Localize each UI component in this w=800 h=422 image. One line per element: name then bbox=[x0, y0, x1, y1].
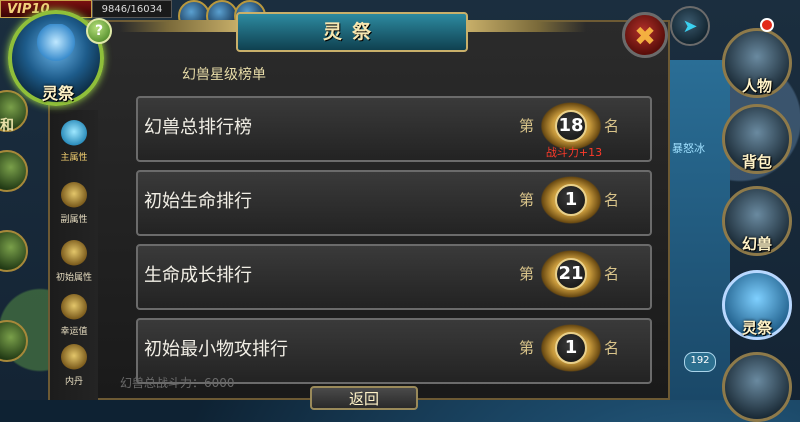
rank-number: 21 bbox=[555, 258, 587, 290]
tab-main-attributes[interactable]: 主属性 bbox=[50, 120, 98, 176]
rank-prefix: 第 bbox=[519, 265, 535, 283]
tab-label: 内丹 bbox=[64, 377, 83, 387]
count-badge: 192 bbox=[684, 352, 716, 372]
panel-title-bar: 灵祭 bbox=[236, 12, 468, 52]
rank-prefix: 第 bbox=[519, 191, 535, 209]
scene-label: 暴怒冰 bbox=[672, 142, 705, 155]
total-power-text: 幻兽总战斗力：6000 bbox=[120, 376, 235, 390]
tab-luck[interactable]: 幸运值 bbox=[50, 294, 98, 350]
menu-label: 背包 bbox=[741, 153, 772, 171]
rank-medal-icon: 1 bbox=[538, 174, 604, 226]
panel-title: 灵祭 bbox=[322, 21, 381, 43]
menu-extra-button[interactable] bbox=[722, 352, 792, 422]
menu-bag-button[interactable]: 背包 bbox=[722, 104, 792, 174]
menu-character-button[interactable]: 人物 bbox=[722, 28, 792, 98]
rank-number: 1 bbox=[555, 332, 587, 364]
ranking-name: 初始生命排行 bbox=[144, 191, 252, 212]
luck-icon bbox=[61, 294, 87, 320]
sub-attribute-icon bbox=[61, 182, 87, 208]
rank-medal-icon: 21 bbox=[538, 248, 604, 300]
tab-label: 幸运值 bbox=[60, 327, 88, 337]
rank-number: 1 bbox=[555, 184, 587, 216]
rank-suffix: 名 bbox=[604, 339, 620, 357]
tab-label: 主属性 bbox=[60, 153, 88, 163]
close-icon: ✖ bbox=[634, 22, 656, 52]
ranking-row[interactable]: 幻兽总排行榜 第 18 名 战斗力+13 bbox=[136, 96, 652, 162]
rank-prefix: 第 bbox=[519, 117, 535, 135]
title-ornament-right bbox=[466, 20, 586, 32]
ranking-name: 幻兽总排行榜 bbox=[144, 117, 252, 138]
rank-suffix: 名 bbox=[604, 265, 620, 283]
title-ornament-left bbox=[120, 20, 240, 32]
help-button[interactable]: ? bbox=[86, 18, 112, 44]
ranking-header: 幻兽星级榜单 bbox=[182, 67, 266, 83]
menu-label: 幻兽 bbox=[741, 235, 772, 253]
inner-core-icon bbox=[61, 344, 87, 370]
menu-beast-button[interactable]: 幻兽 bbox=[722, 186, 792, 256]
rank-suffix: 名 bbox=[604, 191, 620, 209]
notification-dot bbox=[760, 18, 774, 32]
rank-prefix: 第 bbox=[519, 339, 535, 357]
orb-label: 灵祭 bbox=[41, 84, 74, 103]
rank-medal-icon: 1 bbox=[538, 322, 604, 374]
menu-label: 灵祭 bbox=[741, 319, 772, 337]
menu-spirit-sacrifice-button[interactable]: 灵祭 bbox=[722, 270, 792, 340]
menu-label: 人物 bbox=[741, 77, 772, 95]
hp-readout: 9846/16034 bbox=[92, 0, 172, 18]
tab-label: 副属性 bbox=[60, 215, 88, 225]
rank-bonus: 战斗力+13 bbox=[545, 146, 603, 159]
ranking-row[interactable]: 初始生命排行 第 1 名 bbox=[136, 170, 652, 236]
tab-label: 初始属性 bbox=[55, 273, 92, 283]
ranking-name: 初始最小物攻排行 bbox=[144, 339, 288, 360]
tab-initial-attributes[interactable]: 初始属性 bbox=[50, 240, 98, 296]
main-attribute-icon bbox=[61, 120, 87, 146]
ranking-name: 生命成长排行 bbox=[144, 265, 252, 286]
forward-button[interactable]: ➤ bbox=[670, 6, 710, 46]
tab-inner-core[interactable]: 内丹 bbox=[50, 344, 98, 400]
rank-number: 18 bbox=[555, 110, 587, 142]
initial-attribute-icon bbox=[61, 240, 87, 266]
ranking-row[interactable]: 生命成长排行 第 21 名 bbox=[136, 244, 652, 310]
tab-sub-attributes[interactable]: 副属性 bbox=[50, 182, 98, 238]
return-button[interactable]: 返回 bbox=[310, 386, 418, 410]
scene-strip bbox=[670, 60, 730, 400]
side-skill-label: 和 bbox=[0, 118, 14, 134]
spirit-crest-icon bbox=[34, 24, 78, 64]
forward-arrow-icon: ➤ bbox=[682, 16, 698, 37]
close-button[interactable]: ✖ bbox=[622, 12, 668, 58]
